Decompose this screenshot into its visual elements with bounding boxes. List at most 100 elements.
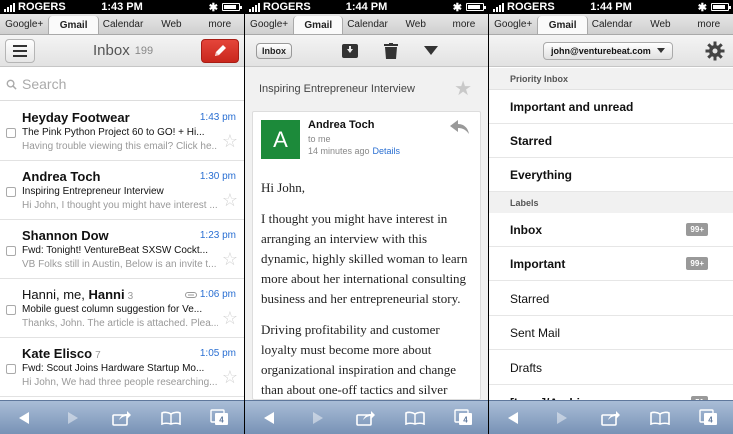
select-checkbox[interactable] — [6, 187, 16, 197]
back-button[interactable] — [498, 406, 528, 430]
label-drafts[interactable]: Drafts — [489, 351, 733, 385]
thread-count: 7 — [95, 350, 101, 361]
share-button[interactable] — [351, 406, 381, 430]
bluetooth-icon: ✱ — [697, 1, 707, 14]
gear-icon[interactable] — [705, 41, 725, 61]
share-button[interactable] — [107, 406, 137, 430]
email-subject: Fwd: Tonight! VentureBeat SXSW Cockt... — [22, 245, 209, 256]
reply-icon[interactable] — [450, 120, 470, 134]
search-input[interactable]: Search — [0, 68, 244, 101]
message-card: A Andrea Toch to me 14 minutes ago Detail… — [252, 111, 481, 400]
details-link[interactable]: Details — [373, 146, 401, 156]
label-inbox[interactable]: Inbox 99+ — [489, 213, 733, 247]
book-icon — [649, 411, 670, 425]
attachment-icon — [184, 291, 197, 298]
safari-bottom-bar: 4 — [0, 400, 244, 434]
tab-google-plus[interactable]: Google+ — [0, 14, 48, 34]
back-button[interactable] — [9, 406, 39, 430]
forward-button[interactable] — [547, 406, 577, 430]
bluetooth-icon: ✱ — [208, 1, 218, 14]
email-row[interactable]: Andrea Toch 1:30 pm Inspiring Entreprene… — [0, 161, 244, 220]
tab-google-plus[interactable]: Google+ — [489, 14, 537, 34]
tab-gmail[interactable]: Gmail — [48, 16, 99, 34]
tab-calendar[interactable]: Calendar — [343, 14, 391, 34]
label-important-unread[interactable]: Important and unread — [489, 90, 733, 124]
safari-bottom-bar: 4 — [489, 400, 733, 434]
share-button[interactable] — [596, 406, 626, 430]
label-starred[interactable]: Starred — [489, 282, 733, 316]
message-subject: Inspiring Entrepreneur Interview — [259, 83, 415, 95]
forward-button[interactable] — [303, 406, 333, 430]
tab-gmail[interactable]: Gmail — [293, 16, 344, 34]
select-checkbox[interactable] — [6, 364, 16, 374]
menu-button[interactable] — [5, 38, 35, 63]
star-icon[interactable]: ☆ — [222, 190, 238, 211]
archive-icon[interactable] — [342, 43, 358, 58]
tab-gmail[interactable]: Gmail — [537, 16, 588, 34]
back-to-inbox-button[interactable]: Inbox — [256, 42, 292, 59]
star-icon[interactable]: ☆ — [222, 308, 238, 329]
trash-icon[interactable] — [384, 42, 398, 59]
tab-more[interactable]: more — [440, 14, 488, 34]
browser-tabs: Google+ Gmail Calendar Web more — [245, 14, 488, 35]
email-subject: Inspiring Entrepreneur Interview — [22, 186, 164, 197]
tabs-count: 4 — [463, 415, 468, 424]
tabs-button[interactable]: 4 — [205, 406, 235, 430]
search-icon — [6, 79, 17, 90]
star-icon[interactable]: ☆ — [222, 249, 238, 270]
chevron-down-icon[interactable] — [424, 46, 438, 55]
message-subject-bar: Inspiring Entrepreneur Interview ★ — [245, 67, 488, 111]
tabs-button[interactable]: 4 — [694, 406, 724, 430]
unread-badge: 99+ — [686, 223, 708, 236]
back-button[interactable] — [254, 406, 284, 430]
tab-web[interactable]: Web — [392, 14, 440, 34]
tab-more[interactable]: more — [685, 14, 733, 34]
email-row[interactable]: Hanni, me, Hanni 3 1:06 pm Mobile guest c… — [0, 279, 244, 338]
select-checkbox[interactable] — [6, 305, 16, 315]
email-subject: The Pink Python Project 60 to GO! + Hi..… — [22, 127, 205, 138]
tab-more[interactable]: more — [196, 14, 244, 34]
email-subject: Fwd: Scout Joins Hardware Startup Mo... — [22, 363, 205, 374]
account-selector[interactable]: john@venturebeat.com — [543, 41, 673, 60]
tab-web[interactable]: Web — [147, 14, 195, 34]
label-important[interactable]: Important 99+ — [489, 247, 733, 281]
back-arrow-icon — [19, 411, 30, 424]
forward-button[interactable] — [58, 406, 88, 430]
compose-button[interactable] — [201, 39, 239, 63]
email-row[interactable]: Kate Elisco 7 1:05 pm Fwd: Scout Joins Ha… — [0, 338, 244, 397]
body-paragraph: I thought you might have interest in arr… — [261, 211, 468, 306]
tab-calendar[interactable]: Calendar — [588, 14, 636, 34]
email-time: 1:06 pm — [184, 289, 236, 300]
label-starred-priority[interactable]: Starred — [489, 124, 733, 158]
email-row[interactable]: Shannon Dow 1:23 pm Fwd: Tonight! Ventur… — [0, 220, 244, 279]
inbox-panel: ROGERS 1:43 PM ✱ Google+ Gmail Calendar … — [0, 0, 244, 434]
star-icon[interactable]: ☆ — [222, 367, 238, 388]
select-checkbox[interactable] — [6, 128, 16, 138]
bookmarks-button[interactable] — [400, 406, 430, 430]
email-sender: Kate Elisco 7 — [22, 346, 101, 361]
email-time: 1:30 pm — [199, 171, 236, 182]
star-icon[interactable]: ★ — [454, 76, 472, 101]
select-checkbox[interactable] — [6, 246, 16, 256]
email-time: 1:05 pm — [199, 348, 236, 359]
tabs-button[interactable]: 4 — [449, 406, 479, 430]
tab-calendar[interactable]: Calendar — [99, 14, 147, 34]
pages-icon: 4 — [209, 408, 228, 425]
tab-web[interactable]: Web — [636, 14, 684, 34]
battery-icon — [222, 3, 242, 11]
email-snippet: Thanks, John. The article is attached. P… — [22, 318, 218, 329]
email-snippet: Hi John, I thought you might have intere… — [22, 200, 218, 211]
bookmarks-button[interactable] — [645, 406, 675, 430]
tab-google-plus[interactable]: Google+ — [245, 14, 293, 34]
priority-inbox-header: Priority Inbox — [489, 68, 733, 90]
status-bar: ROGERS 1:44 PM ✱ — [489, 0, 733, 14]
forward-arrow-icon — [312, 411, 323, 424]
bookmarks-button[interactable] — [156, 406, 186, 430]
forward-arrow-icon — [68, 411, 79, 424]
page-title: Inbox — [93, 42, 130, 59]
star-icon[interactable]: ☆ — [222, 131, 238, 152]
email-row[interactable]: Heyday Footwear 1:43 pm The Pink Python … — [0, 102, 244, 161]
label-everything[interactable]: Everything — [489, 158, 733, 192]
label-sent-mail[interactable]: Sent Mail — [489, 316, 733, 350]
battery-icon — [466, 3, 486, 11]
